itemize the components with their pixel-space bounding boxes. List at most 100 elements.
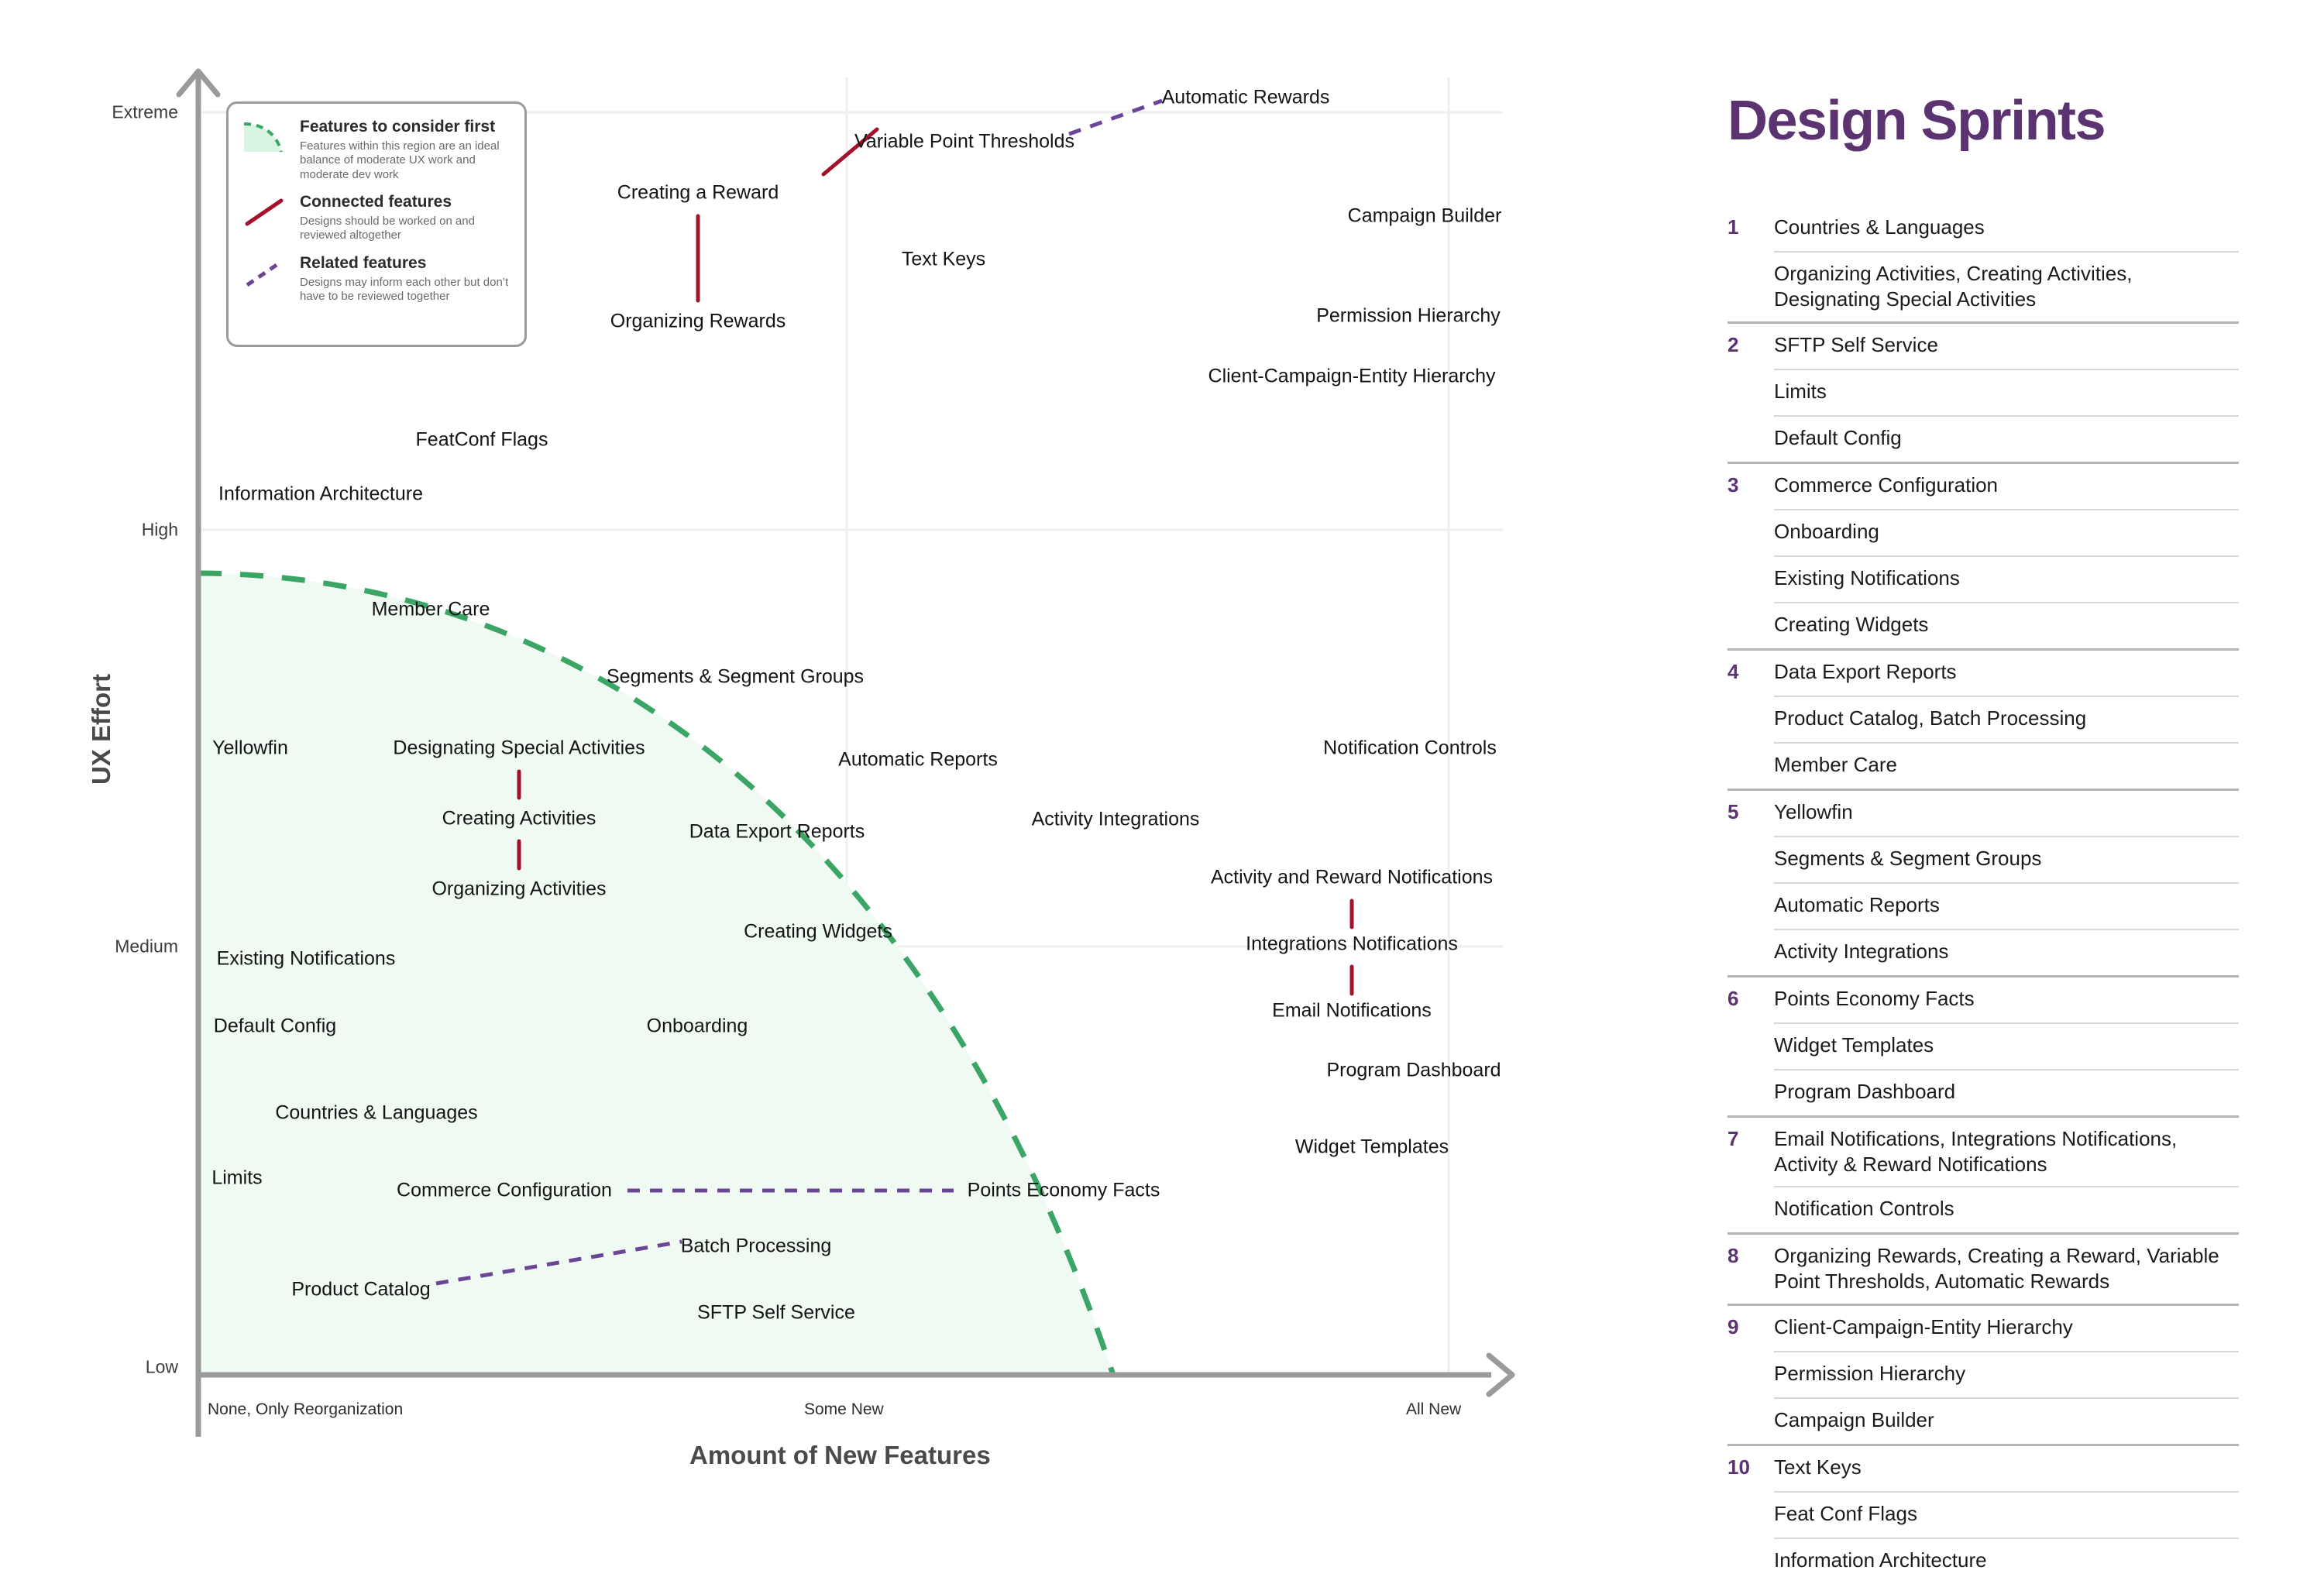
sprint-row[interactable]: Onboarding (1774, 508, 2239, 555)
feature-point-label: Creating Activities (442, 807, 596, 830)
sprint-row[interactable]: 10 Text Keys (1728, 1446, 2239, 1491)
feature-point-label: Product Catalog (291, 1278, 431, 1301)
x-tick-none: None, Only Reorganization (208, 1400, 404, 1418)
feature-point-label: FeatConf Flags (415, 428, 548, 451)
sprint-group: 10 Text Keys Feat Conf Flags Information Ar… (1728, 1443, 2239, 1584)
sprint-group: 1 Countries & Languages Organizing Activit… (1728, 206, 2239, 321)
legend-item-related: Related features Designs may inform each… (242, 254, 512, 304)
sprint-number: 3 (1728, 472, 1739, 497)
feature-point-label: SFTP Self Service (697, 1301, 855, 1324)
sprint-label: Default Config (1774, 425, 1902, 449)
feature-point-label: Creating Widgets (744, 920, 892, 943)
sprint-row[interactable]: Program Dashboard (1774, 1068, 2239, 1115)
sprint-row[interactable]: Limits (1774, 368, 2239, 415)
sprint-number: 10 (1728, 1455, 1750, 1479)
legend-item-region: Features to consider first Features with… (242, 118, 512, 182)
sprint-label: Campaign Builder (1774, 1407, 1934, 1431)
feature-point-label: Batch Processing (680, 1235, 832, 1257)
legend-title-connected: Connected features (300, 193, 452, 211)
feature-point-label: Widget Templates (1294, 1136, 1449, 1158)
feature-point-label: Program Dashboard (1326, 1059, 1501, 1081)
sprint-row[interactable]: Notification Controls (1774, 1186, 2239, 1232)
sprint-number: 8 (1728, 1244, 1739, 1268)
feature-point-label: Automatic Reports (838, 748, 998, 771)
sprint-row[interactable]: Organizing Activities, Creating Activiti… (1774, 251, 2239, 321)
sprint-row[interactable]: Activity Integrations (1774, 928, 2239, 975)
x-axis-title: Amount of New Features (689, 1441, 991, 1469)
sprint-label: Segments & Segment Groups (1774, 846, 2042, 870)
sprint-row[interactable]: Default Config (1774, 414, 2239, 462)
sprint-label: Notification Controls (1774, 1197, 1954, 1221)
feature-point-label: Notification Controls (1323, 737, 1497, 759)
feature-point-label: Default Config (213, 1015, 337, 1037)
sprint-row[interactable]: 8 Organizing Rewards, Creating a Reward, … (1728, 1235, 2239, 1304)
sprint-row[interactable]: Feat Conf Flags (1774, 1490, 2239, 1538)
sprint-label: Widget Templates (1774, 1033, 1934, 1057)
feature-point-label: Client-Campaign-Entity Hierarchy (1208, 365, 1496, 387)
sprint-label: SFTP Self Service (1774, 332, 1938, 356)
sprint-row[interactable]: 6 Points Economy Facts (1728, 978, 2239, 1022)
sprint-group: 3 Commerce Configuration Onboarding Existin… (1728, 461, 2239, 648)
feature-point-label: Designating Special Activities (393, 737, 645, 759)
feature-point-label: Email Notifications (1272, 999, 1432, 1022)
feature-point-label: Points Economy Facts (967, 1179, 1160, 1201)
chart-legend: Features to consider first Features with… (226, 101, 527, 347)
sprint-number: 6 (1728, 986, 1739, 1010)
y-tick-low: Low (145, 1356, 178, 1377)
legend-item-connected: Connected features Designs should be wor… (242, 193, 512, 243)
sprint-label: Limits (1774, 379, 1827, 403)
sprint-row[interactable]: Information Architecture (1774, 1537, 2239, 1584)
sprint-label: Data Export Reports (1774, 659, 1957, 683)
sprint-row[interactable]: Permission Hierarchy (1774, 1350, 2239, 1397)
feature-point-label: Countries & Languages (275, 1101, 478, 1124)
sprint-row[interactable]: Campaign Builder (1774, 1397, 2239, 1444)
sprint-row[interactable]: 5 Yellowfin (1728, 791, 2239, 836)
sprint-label: Organizing Rewards, Creating a Reward, V… (1774, 1244, 2219, 1294)
sprint-label: Product Catalog, Batch Processing (1774, 706, 2087, 730)
sprint-row[interactable]: 3 Commerce Configuration (1728, 464, 2239, 509)
sprint-number: 5 (1728, 799, 1739, 823)
sprint-row[interactable]: Widget Templates (1774, 1022, 2239, 1069)
sprint-label: Program Dashboard (1774, 1079, 1956, 1103)
legend-desc-region: Features within this region are an ideal… (300, 139, 500, 181)
sprint-row[interactable]: 4 Data Export Reports (1728, 651, 2239, 696)
consider-first-region (198, 570, 1116, 1376)
sprint-label: Text Keys (1774, 1455, 1862, 1479)
sprint-row[interactable]: 1 Countries & Languages (1728, 206, 2239, 251)
sprint-label: Onboarding (1774, 519, 1879, 543)
sprint-number: 4 (1728, 659, 1739, 683)
feature-point-label: Activity Integrations (1031, 808, 1200, 830)
feature-point-label: Creating a Reward (617, 181, 779, 204)
feature-point-label: Organizing Activities (431, 878, 607, 900)
sprint-row[interactable]: 2 SFTP Self Service (1728, 324, 2239, 369)
sprint-row[interactable]: Automatic Reports (1774, 881, 2239, 929)
legend-desc-related: Designs may inform each other but don’t … (300, 275, 509, 304)
sprint-label: Existing Notifications (1774, 565, 1960, 589)
solid-red-line-icon (242, 194, 290, 228)
sprint-row[interactable]: Creating Widgets (1774, 601, 2239, 648)
feature-point-label: Information Architecture (218, 483, 424, 505)
feature-point-label: Campaign Builder (1347, 204, 1502, 227)
sprint-number: 1 (1728, 215, 1739, 239)
sprint-row[interactable]: Member Care (1774, 741, 2239, 789)
feature-point-label: Permission Hierarchy (1316, 304, 1501, 327)
sprint-row[interactable]: Segments & Segment Groups (1774, 835, 2239, 882)
feature-point-label: Limits (211, 1167, 263, 1189)
sprint-group: 6 Points Economy Facts Widget Templates Pro… (1728, 974, 2239, 1115)
feature-point-label: Segments & Segment Groups (606, 665, 865, 688)
sprint-list: 1 Countries & Languages Organizing Activit… (1728, 206, 2239, 1584)
feature-point-label: Existing Notifications (216, 947, 396, 970)
sprint-group: 4 Data Export Reports Product Catalog, Bat… (1728, 648, 2239, 789)
sprint-row[interactable]: 7 Email Notifications, Integrations Notif… (1728, 1118, 2239, 1187)
y-axis-title: UX Effort (87, 674, 115, 785)
sprint-row[interactable]: 9 Client-Campaign-Entity Hierarchy (1728, 1306, 2239, 1351)
sprint-group: 2 SFTP Self Service Limits Default Config (1728, 321, 2239, 462)
sprint-row[interactable]: Existing Notifications (1774, 555, 2239, 602)
sprint-label: Member Care (1774, 752, 1897, 776)
sprint-group: 9 Client-Campaign-Entity Hierarchy Permiss… (1728, 1303, 2239, 1444)
feature-point-label: Variable Point Thresholds (854, 130, 1074, 153)
feature-point-label: Member Care (371, 598, 490, 620)
dashed-purple-line-icon (242, 256, 290, 290)
feature-point-label: Text Keys (901, 248, 986, 270)
sprint-row[interactable]: Product Catalog, Batch Processing (1774, 695, 2239, 742)
